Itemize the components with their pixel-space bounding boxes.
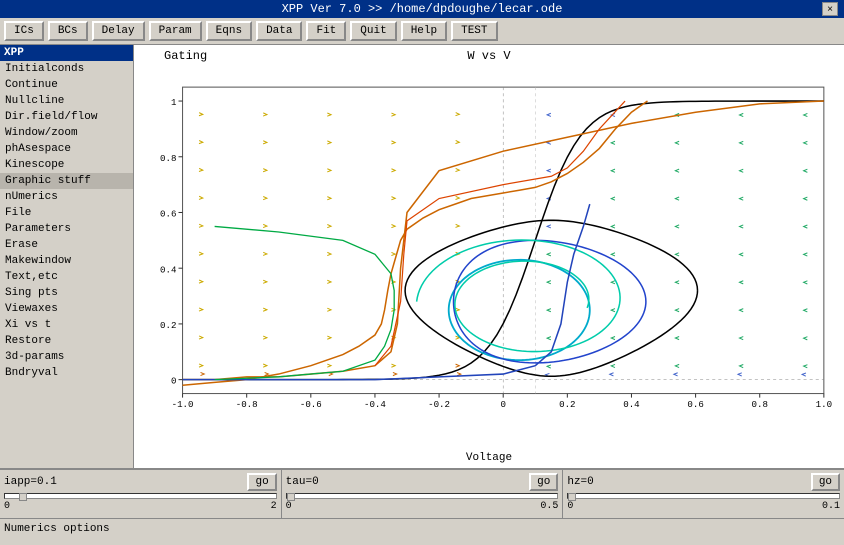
slider-track-0[interactable] <box>4 493 277 499</box>
window-title: XPP Ver 7.0 >> /home/dpdoughe/lecar.ode <box>22 2 822 16</box>
slider-thumb-1[interactable] <box>287 493 295 501</box>
status-bar: Numerics options <box>0 518 844 538</box>
slider-range-1: 00.5 <box>286 501 559 512</box>
sidebar-item-11[interactable]: Erase <box>0 237 133 253</box>
sidebar: XPP InitialcondsContinueNullclineDir.fie… <box>0 45 134 468</box>
slider-track-1[interactable] <box>286 493 559 499</box>
sidebar-item-17[interactable]: Restore <box>0 333 133 349</box>
sidebar-item-3[interactable]: Dir.field/flow <box>0 109 133 125</box>
toolbar: ICsBCsDelayParamEqnsDataFitQuitHelpTEST <box>0 18 844 45</box>
slider-max-1: 0.5 <box>540 501 558 512</box>
slider-min-0: 0 <box>4 501 10 512</box>
plot-area: Gating W vs V 0 0.2 0.4 0.6 0.8 1 -1.0 -0.8 -0.6… <box>134 45 844 468</box>
sidebar-item-6[interactable]: Kinescope <box>0 157 133 173</box>
sidebar-item-4[interactable]: Window/zoom <box>0 125 133 141</box>
slider-min-1: 0 <box>286 501 292 512</box>
plot-title-left: Gating <box>164 49 207 63</box>
plot-title-center: W vs V <box>467 49 510 63</box>
toolbar-btn-bcs[interactable]: BCs <box>48 21 88 41</box>
status-text: Numerics options <box>4 523 110 535</box>
close-button[interactable]: × <box>822 2 838 16</box>
svg-text:0: 0 <box>500 399 505 410</box>
slider-panel-0: iapp=0.1go02 <box>0 470 282 518</box>
sidebar-item-12[interactable]: Makewindow <box>0 253 133 269</box>
sidebar-item-7[interactable]: Graphic stuff <box>0 173 133 189</box>
sidebar-item-19[interactable]: Bndryval <box>0 365 133 381</box>
svg-text:1.0: 1.0 <box>816 399 832 410</box>
go-button-2[interactable]: go <box>811 473 840 491</box>
main-area: XPP InitialcondsContinueNullclineDir.fie… <box>0 45 844 468</box>
svg-text:-0.2: -0.2 <box>428 399 450 410</box>
slider-track-2[interactable] <box>567 493 840 499</box>
toolbar-btn-fit[interactable]: Fit <box>306 21 346 41</box>
sidebar-item-8[interactable]: nUmerics <box>0 189 133 205</box>
slider-panel-2: hz=0go00.1 <box>563 470 844 518</box>
go-button-1[interactable]: go <box>529 473 558 491</box>
sidebar-header: XPP <box>0 45 133 61</box>
title-bar: XPP Ver 7.0 >> /home/dpdoughe/lecar.ode … <box>0 0 844 18</box>
toolbar-btn-delay[interactable]: Delay <box>92 21 145 41</box>
sidebar-item-18[interactable]: 3d-params <box>0 349 133 365</box>
sliders-row: iapp=0.1go02tau=0go00.5hz=0go00.1 <box>0 470 844 518</box>
slider-range-2: 00.1 <box>567 501 840 512</box>
slider-max-2: 0.1 <box>822 501 840 512</box>
sidebar-item-16[interactable]: Xi vs t <box>0 317 133 333</box>
svg-text:-1.0: -1.0 <box>172 399 194 410</box>
sidebar-item-1[interactable]: Continue <box>0 77 133 93</box>
plot-svg: 0 0.2 0.4 0.6 0.8 1 -1.0 -0.8 -0.6 -0.4 -0.2 0 0.2 0.… <box>144 65 834 438</box>
sidebar-item-9[interactable]: File <box>0 205 133 221</box>
sidebar-item-15[interactable]: Viewaxes <box>0 301 133 317</box>
svg-text:0.8: 0.8 <box>160 153 176 164</box>
sidebar-item-14[interactable]: Sing pts <box>0 285 133 301</box>
slider-range-0: 02 <box>4 501 277 512</box>
svg-text:0.2: 0.2 <box>559 399 575 410</box>
svg-text:0.4: 0.4 <box>160 264 177 275</box>
svg-text:-0.8: -0.8 <box>236 399 258 410</box>
slider-min-2: 0 <box>567 501 573 512</box>
toolbar-btn-param[interactable]: Param <box>149 21 202 41</box>
svg-text:1: 1 <box>171 97 177 108</box>
sidebar-item-2[interactable]: Nullcline <box>0 93 133 109</box>
sidebar-item-10[interactable]: Parameters <box>0 221 133 237</box>
svg-text:0.4: 0.4 <box>623 399 640 410</box>
svg-text:0.8: 0.8 <box>752 399 768 410</box>
go-button-0[interactable]: go <box>247 473 276 491</box>
toolbar-btn-quit[interactable]: Quit <box>350 21 396 41</box>
svg-text:-0.4: -0.4 <box>364 399 386 410</box>
toolbar-btn-ics[interactable]: ICs <box>4 21 44 41</box>
slider-thumb-0[interactable] <box>19 493 27 501</box>
svg-text:0: 0 <box>171 376 176 387</box>
slider-panel-1: tau=0go00.5 <box>282 470 564 518</box>
slider-label-2: hz=0 <box>567 476 806 488</box>
sidebar-item-0[interactable]: Initialconds <box>0 61 133 77</box>
sidebar-item-5[interactable]: phAsespace <box>0 141 133 157</box>
slider-thumb-2[interactable] <box>568 493 576 501</box>
svg-text:-0.6: -0.6 <box>300 399 322 410</box>
toolbar-btn-help[interactable]: Help <box>401 21 447 41</box>
plot-canvas: 0 0.2 0.4 0.6 0.8 1 -1.0 -0.8 -0.6 -0.4 -0.2 0 0.2 0.… <box>144 65 834 438</box>
x-axis-label: Voltage <box>466 452 512 464</box>
slider-max-0: 2 <box>271 501 277 512</box>
sidebar-item-13[interactable]: Text,etc <box>0 269 133 285</box>
slider-label-1: tau=0 <box>286 476 525 488</box>
toolbar-btn-eqns[interactable]: Eqns <box>206 21 252 41</box>
svg-text:0.2: 0.2 <box>160 320 176 331</box>
slider-label-0: iapp=0.1 <box>4 476 243 488</box>
toolbar-btn-data[interactable]: Data <box>256 21 302 41</box>
svg-text:0.6: 0.6 <box>687 399 703 410</box>
svg-text:0.6: 0.6 <box>160 209 176 220</box>
toolbar-btn-test[interactable]: TEST <box>451 21 497 41</box>
bottom-panels: iapp=0.1go02tau=0go00.5hz=0go00.1 Numeri… <box>0 468 844 538</box>
